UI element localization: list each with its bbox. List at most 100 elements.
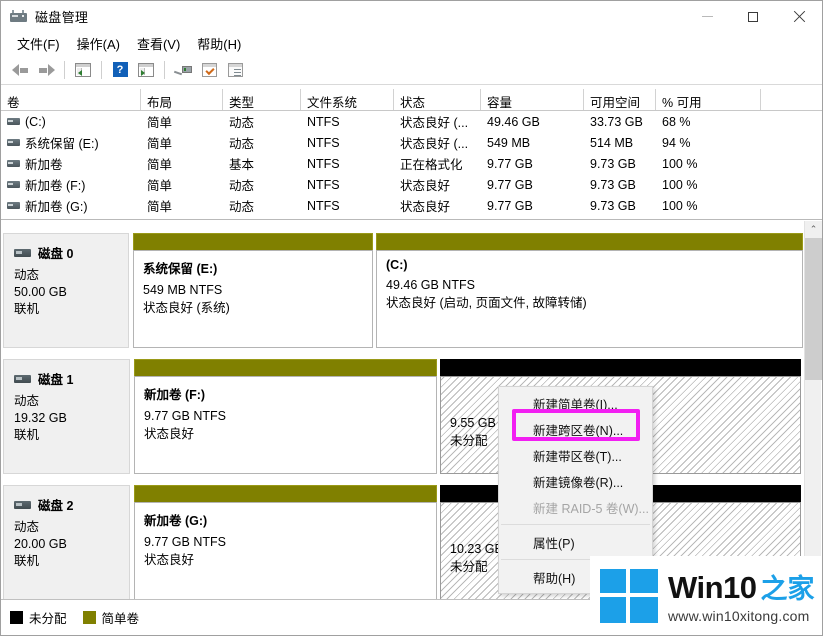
column-header-free-space[interactable]: 可用空间	[584, 89, 656, 110]
disk-info-0[interactable]: 磁盘 0 动态 50.00 GB 联机	[3, 233, 129, 348]
properties-icon[interactable]	[196, 58, 222, 82]
volume-cell: 新加卷 (F:)	[1, 175, 141, 194]
partition-title: (C:)	[386, 258, 408, 272]
volume-cell: 系统保留 (E:)	[1, 133, 141, 152]
volume-label: (C:)	[25, 114, 46, 129]
forward-arrow-icon[interactable]	[33, 58, 59, 82]
partition-g[interactable]: 新加卷 (G:) 9.77 GB NTFS 状态良好	[134, 485, 437, 599]
status-cell: 正在格式化	[400, 158, 463, 172]
scroll-up-arrow-icon[interactable]: ⌃	[805, 221, 822, 238]
volume-icon	[7, 139, 20, 146]
column-header-filesystem[interactable]: 文件系统	[301, 89, 394, 110]
volume-icon	[7, 181, 20, 188]
disk-icon	[14, 248, 31, 257]
menu-item-new-simple-volume[interactable]: 新建简单卷(I)...	[499, 390, 652, 416]
partition-c[interactable]: (C:) 49.46 GB NTFS 状态良好 (启动, 页面文件, 故障转储)	[376, 233, 803, 348]
maximize-button[interactable]	[730, 1, 776, 32]
disk-info-2[interactable]: 磁盘 2 动态 20.00 GB 联机	[3, 485, 130, 599]
status-cell: 状态良好	[400, 179, 451, 193]
table-row[interactable]: 新加卷 (F:) 简单 动态 NTFS 状态良好 9.77 GB 9.73 GB…	[1, 174, 822, 195]
menu-item-new-striped-volume[interactable]: 新建带区卷(T)...	[499, 442, 652, 468]
disk-row-0[interactable]: 磁盘 0 动态 50.00 GB 联机 系统保留 (E:) 549 MB NTF…	[3, 233, 803, 348]
capacity-cell: 9.77 GB	[487, 156, 533, 171]
partition-color-bar	[376, 233, 803, 250]
watermark-brand-cn: 之家	[760, 574, 815, 604]
type-cell: 动态	[229, 116, 255, 130]
disk-name: 磁盘 2	[38, 499, 74, 513]
menu-action[interactable]: 操作(A)	[69, 32, 129, 55]
partition-system-reserved[interactable]: 系统保留 (E:) 549 MB NTFS 状态良好 (系统)	[133, 233, 373, 348]
menu-item-new-spanned-volume[interactable]: 新建跨区卷(N)...	[499, 416, 652, 442]
layout-cell: 简单	[147, 200, 173, 214]
type-cell: 动态	[229, 137, 255, 151]
menu-file[interactable]: 文件(F)	[9, 32, 69, 55]
partition-size: 9.77 GB NTFS	[144, 535, 226, 549]
list-view-icon[interactable]	[222, 58, 248, 82]
partition-color-bar	[440, 359, 801, 376]
partition-size: 549 MB NTFS	[143, 283, 223, 297]
partition-color-bar	[134, 485, 437, 502]
column-header-percent-free[interactable]: % 可用	[656, 89, 761, 110]
status-cell: 状态良好 (...	[400, 116, 469, 130]
menu-bar: 文件(F) 操作(A) 查看(V) 帮助(H)	[1, 32, 822, 55]
toolbar-separator	[101, 60, 102, 79]
partition-title: 新加卷 (F:)	[144, 388, 206, 402]
capacity-cell: 9.77 GB	[487, 177, 533, 192]
menu-item-properties[interactable]: 属性(P)	[499, 529, 652, 555]
table-row[interactable]: (C:) 简单 动态 NTFS 状态良好 (... 49.46 GB 33.73…	[1, 111, 822, 132]
watermark-url: www.win10xitong.com	[668, 608, 810, 624]
scrollbar-thumb[interactable]	[805, 238, 822, 380]
layout-cell: 简单	[147, 116, 173, 130]
column-header-blank[interactable]	[761, 89, 822, 110]
minimize-button[interactable]	[684, 1, 730, 32]
vertical-scrollbar[interactable]: ⌃	[804, 221, 822, 599]
volume-icon	[7, 202, 20, 209]
column-header-layout[interactable]: 布局	[141, 89, 223, 110]
layout-cell: 简单	[147, 137, 173, 151]
free-space-cell: 9.73 GB	[590, 156, 636, 171]
disk-title-0: 磁盘 0	[14, 243, 128, 262]
column-header-status[interactable]: 状态	[394, 89, 481, 110]
back-arrow-icon[interactable]	[7, 58, 33, 82]
disk-state: 联机	[14, 428, 40, 442]
disk-type: 动态	[14, 520, 40, 534]
menu-item-new-mirrored-volume[interactable]: 新建镜像卷(R)...	[499, 468, 652, 494]
graphical-disk-view: 磁盘 0 动态 50.00 GB 联机 系统保留 (E:) 549 MB NTF…	[1, 220, 822, 599]
menu-help[interactable]: 帮助(H)	[189, 32, 250, 55]
volume-label: 新加卷 (G:)	[25, 200, 88, 214]
table-row[interactable]: 系统保留 (E:) 简单 动态 NTFS 状态良好 (... 549 MB 51…	[1, 132, 822, 153]
partition-status: 状态良好 (启动, 页面文件, 故障转储)	[386, 296, 587, 310]
unallocated-swatch-icon	[10, 611, 23, 624]
column-header-volume[interactable]: 卷	[1, 89, 141, 110]
watermark-text: Win10 之家 www.win10xitong.com	[668, 567, 815, 624]
close-button[interactable]	[776, 1, 822, 32]
window-title: 磁盘管理	[35, 10, 89, 25]
table-row[interactable]: 新加卷 (G:) 简单 动态 NTFS 状态良好 9.77 GB 9.73 GB…	[1, 195, 822, 216]
disk-row-1[interactable]: 磁盘 1 动态 19.32 GB 联机 新加卷 (F:) 9.77 GB NTF…	[3, 359, 803, 474]
filesystem-cell: NTFS	[307, 177, 340, 192]
capacity-cell: 9.77 GB	[487, 198, 533, 213]
show-hide-action-pane-icon[interactable]	[133, 58, 159, 82]
status-cell: 状态良好	[400, 200, 451, 214]
disk-partitions-0: 系统保留 (E:) 549 MB NTFS 状态良好 (系统) (C:) 49.…	[129, 233, 803, 348]
disk-name: 磁盘 1	[38, 373, 74, 387]
toolbar-separator	[164, 60, 165, 79]
partition-body: 新加卷 (G:) 9.77 GB NTFS 状态良好	[134, 502, 437, 599]
help-icon[interactable]: ?	[107, 58, 133, 82]
table-row[interactable]: 新加卷 简单 基本 NTFS 正在格式化 9.77 GB 9.73 GB 100…	[1, 153, 822, 174]
menu-view[interactable]: 查看(V)	[129, 32, 189, 55]
column-header-capacity[interactable]: 容量	[481, 89, 584, 110]
percent-free-cell: 100 %	[662, 156, 698, 171]
partition-f[interactable]: 新加卷 (F:) 9.77 GB NTFS 状态良好	[134, 359, 437, 474]
column-header-type[interactable]: 类型	[223, 89, 301, 110]
disk-management-window: 磁盘管理 文件(F) 操作(A) 查看(V) 帮助(H) ? 卷 布局 类型 文…	[0, 0, 823, 636]
layout-cell: 简单	[147, 179, 173, 193]
volume-icon	[7, 160, 20, 167]
rescan-disks-icon[interactable]	[170, 58, 196, 82]
partition-color-bar	[133, 233, 373, 250]
disk-info-1[interactable]: 磁盘 1 动态 19.32 GB 联机	[3, 359, 130, 474]
show-hide-console-tree-icon[interactable]	[70, 58, 96, 82]
layout-cell: 简单	[147, 158, 173, 172]
volume-list: 卷 布局 类型 文件系统 状态 容量 可用空间 % 可用 (C:) 简单 动态 …	[1, 89, 822, 220]
free-space-cell: 514 MB	[590, 135, 634, 150]
